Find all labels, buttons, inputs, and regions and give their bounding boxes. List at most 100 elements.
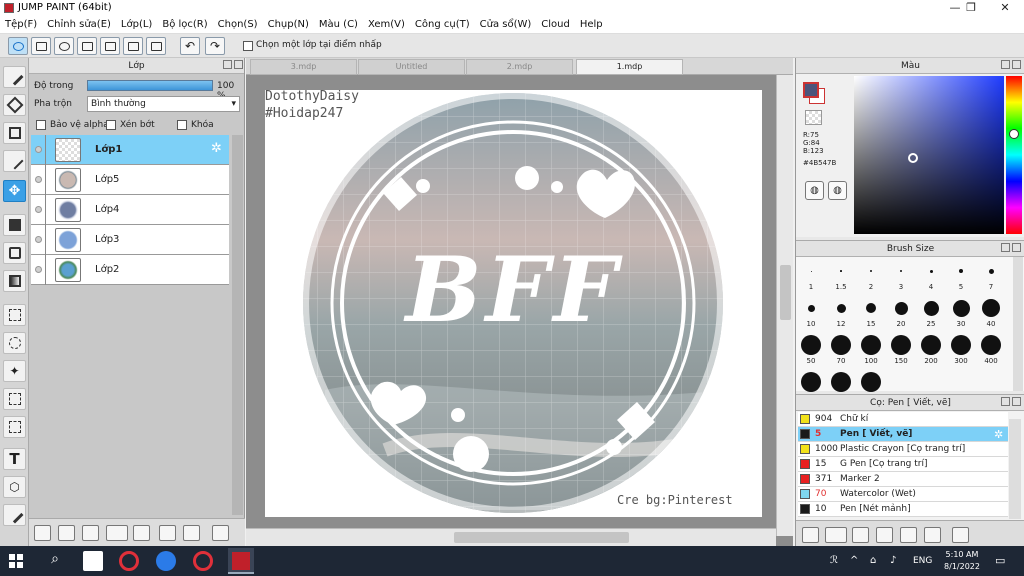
layer-row[interactable]: Lớp4 xyxy=(31,195,229,225)
brush-size-dot[interactable] xyxy=(861,372,881,392)
brush-size-scrollbar[interactable] xyxy=(1013,257,1023,391)
brush-size-dot[interactable] xyxy=(836,303,846,313)
menu-window[interactable]: Cửa sổ(W) xyxy=(475,19,537,30)
brush-duplicate-icon[interactable] xyxy=(924,527,941,543)
panel-close-icon[interactable] xyxy=(234,60,243,69)
opera-gx-icon[interactable] xyxy=(193,551,213,571)
menu-color[interactable]: Màu (C) xyxy=(314,19,363,30)
move-tool-icon[interactable]: ✥ xyxy=(3,180,26,202)
brush-list-item[interactable]: 371 Marker 2 xyxy=(798,472,1008,487)
menu-tools[interactable]: Công cụ(T) xyxy=(410,19,475,30)
layer-scrollbar[interactable] xyxy=(232,135,243,515)
brush-size-dot[interactable] xyxy=(981,335,1001,355)
add-layer-menu-icon[interactable] xyxy=(106,525,128,541)
operation-tool-icon[interactable]: ⬡ xyxy=(3,476,26,498)
brush-size-dot[interactable] xyxy=(831,372,851,392)
search-icon[interactable]: ⌕ xyxy=(45,551,65,571)
foreground-color-swatch[interactable] xyxy=(803,82,819,98)
line-tool-icon[interactable] xyxy=(3,150,26,172)
brush-tool-icon[interactable] xyxy=(3,66,26,88)
magic-wand-tool-icon[interactable]: ✦ xyxy=(3,360,26,382)
brush-size-dot[interactable] xyxy=(810,270,812,272)
select-layer-at-click-checkbox[interactable] xyxy=(243,41,253,51)
select-mode-icon[interactable] xyxy=(8,37,28,55)
panel-float-icon[interactable] xyxy=(1001,60,1010,69)
brush-size-dot[interactable] xyxy=(801,372,821,392)
tab-1-mdp[interactable]: 1.mdp xyxy=(576,59,683,75)
bucket-tool-icon[interactable] xyxy=(3,242,26,264)
trash-icon[interactable] xyxy=(212,525,229,541)
brush-file-icon[interactable] xyxy=(852,527,869,543)
tab-3-mdp[interactable]: 3.mdp xyxy=(250,59,357,75)
panel-float-icon[interactable] xyxy=(223,60,232,69)
opacity-slider[interactable] xyxy=(87,80,213,91)
layer-row[interactable]: Lớp1 ✲ xyxy=(31,135,229,165)
horizontal-scroll-thumb[interactable] xyxy=(454,532,629,543)
canvas[interactable]: BFF DotothyDaisy #Hoidap247 Cre bg:Pinte… xyxy=(265,90,762,517)
maximize-button[interactable]: ❐ xyxy=(954,0,988,16)
layer-list-icon[interactable] xyxy=(123,37,143,55)
brush-settings-icon[interactable] xyxy=(802,527,819,543)
brush-list-item[interactable]: 5 Pen [ Viết, vẽ] ✲ xyxy=(798,427,1008,442)
text-box-icon[interactable] xyxy=(77,37,97,55)
panel-float-icon[interactable] xyxy=(1001,397,1010,406)
volume-icon[interactable]: ♪ xyxy=(890,555,896,566)
brush-size-dot[interactable] xyxy=(951,335,971,355)
protect-alpha-checkbox[interactable] xyxy=(36,120,46,130)
brush-folder-icon[interactable] xyxy=(900,527,917,543)
tab-2-mdp[interactable]: 2.mdp xyxy=(466,59,573,75)
menu-cloud[interactable]: Cloud xyxy=(536,19,575,30)
opera-icon[interactable] xyxy=(119,551,139,571)
palette-icon[interactable]: ◍ xyxy=(805,181,824,200)
menu-help[interactable]: Help xyxy=(575,19,608,30)
select-eraser-tool-icon[interactable] xyxy=(3,416,26,438)
speech-bubble-icon[interactable] xyxy=(54,37,74,55)
transparent-color-swatch[interactable] xyxy=(805,110,822,125)
brush-size-dot[interactable] xyxy=(988,268,994,274)
eraser-tool-icon[interactable] xyxy=(3,94,26,116)
brush-list-item[interactable]: 1000 Plastic Crayon [Cọ trang trí] xyxy=(798,442,1008,457)
menu-filter[interactable]: Bộ lọc(R) xyxy=(157,19,212,30)
gradient-tool-icon[interactable] xyxy=(3,270,26,292)
layer-row[interactable]: Lớp5 xyxy=(31,165,229,195)
notification-icon[interactable]: ▭ xyxy=(995,554,1005,567)
document-icon[interactable] xyxy=(100,37,120,55)
taskbar-date[interactable]: 8/1/2022 xyxy=(944,562,980,571)
hue-slider[interactable] xyxy=(1006,76,1022,234)
brush-list-item[interactable]: 904 Chữ kí xyxy=(798,412,1008,427)
trash-icon[interactable] xyxy=(952,527,969,543)
gear-icon[interactable]: ✲ xyxy=(994,428,1003,441)
visibility-toggle[interactable] xyxy=(35,146,42,153)
brush-size-dot[interactable] xyxy=(861,335,881,355)
brush-size-dot[interactable] xyxy=(894,301,908,315)
language-indicator[interactable]: ENG xyxy=(913,556,932,566)
close-button[interactable]: ✕ xyxy=(988,0,1022,16)
shape-tool-icon[interactable] xyxy=(3,122,26,144)
clip-checkbox[interactable] xyxy=(106,120,116,130)
eyedropper-tool-icon[interactable] xyxy=(3,504,26,526)
lock-checkbox[interactable] xyxy=(177,120,187,130)
brush-size-dot[interactable] xyxy=(923,300,939,316)
hue-slider-handle[interactable] xyxy=(1009,129,1019,139)
layer-row[interactable]: Lớp2 xyxy=(31,255,229,285)
text-tool-icon[interactable]: T xyxy=(3,448,26,470)
menu-capture[interactable]: Chụp(N) xyxy=(263,19,314,30)
people-icon[interactable]: ℛ xyxy=(830,555,838,566)
undo-icon[interactable]: ↶ xyxy=(180,37,200,55)
brush-size-dot[interactable] xyxy=(929,269,933,273)
rect-select-tool-icon[interactable] xyxy=(3,304,26,326)
photos-app-icon[interactable] xyxy=(83,551,103,571)
windows-start-icon[interactable] xyxy=(9,554,23,568)
menu-view[interactable]: Xem(V) xyxy=(363,19,410,30)
brush-size-dot[interactable] xyxy=(807,304,815,312)
lasso-tool-icon[interactable] xyxy=(3,332,26,354)
select-pen-tool-icon[interactable] xyxy=(3,388,26,410)
visibility-toggle[interactable] xyxy=(35,176,42,183)
brush-list-item[interactable]: 10 Pen [Nét mảnh] xyxy=(798,502,1008,517)
tab-untitled[interactable]: Untitled xyxy=(358,59,465,75)
menu-edit[interactable]: Chỉnh sửa(E) xyxy=(42,19,116,30)
jump-paint-taskbar-icon[interactable] xyxy=(228,548,254,574)
brush-size-dot[interactable] xyxy=(899,269,903,273)
check-list-icon[interactable] xyxy=(146,37,166,55)
brush-list-item[interactable]: 70 Watercolor (Wet) xyxy=(798,487,1008,502)
